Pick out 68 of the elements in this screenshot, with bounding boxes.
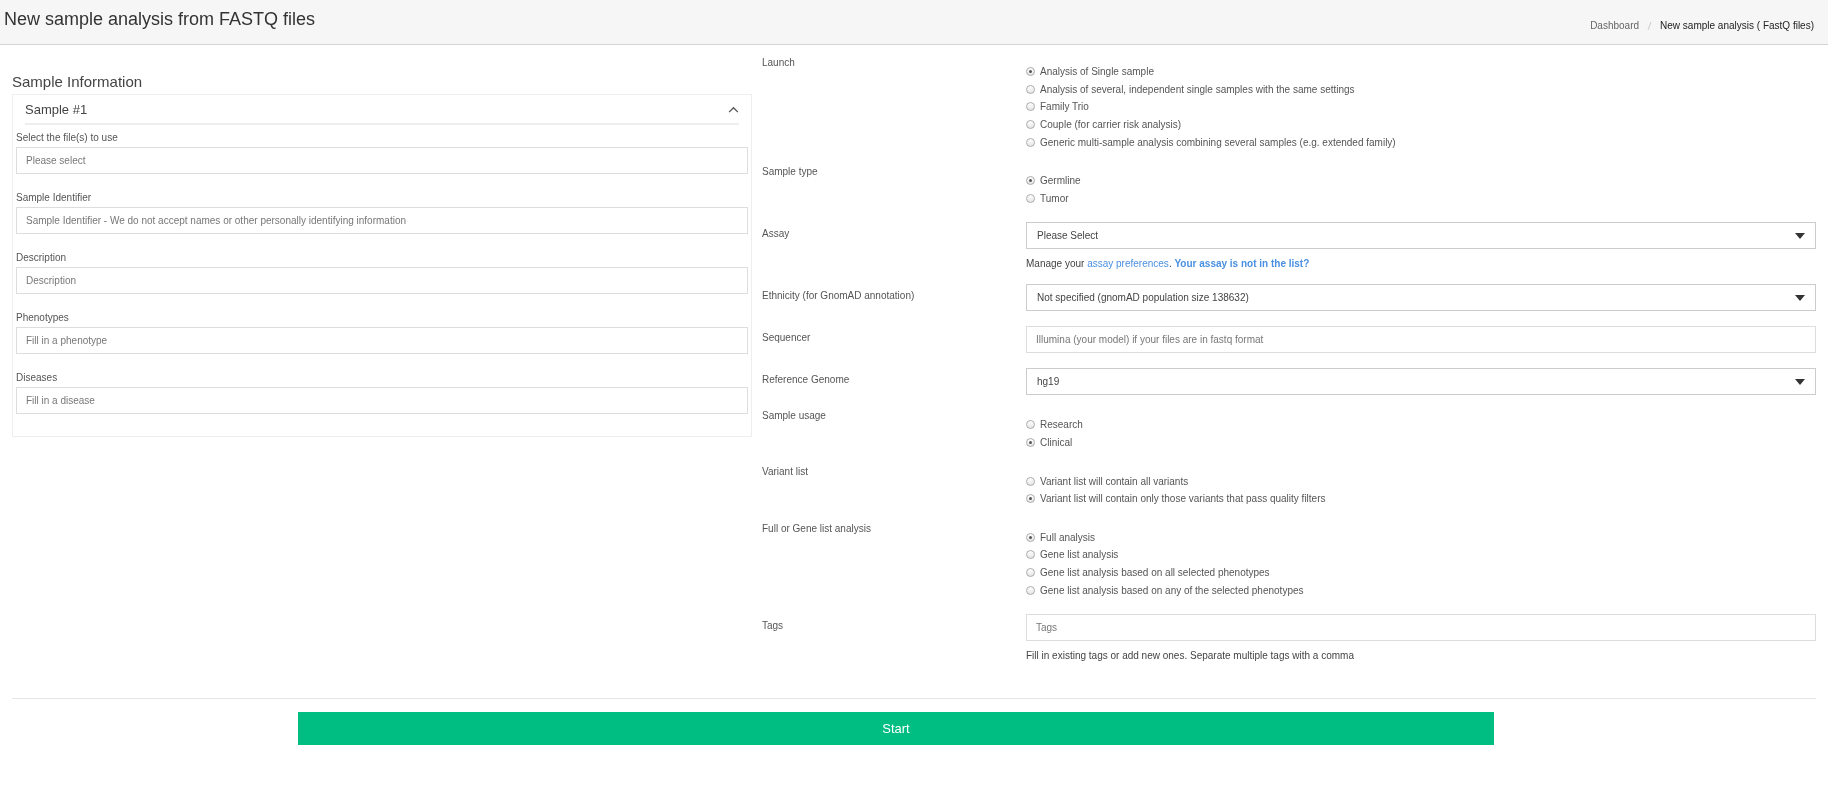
radio-button[interactable] — [1026, 420, 1035, 430]
radio-label: Tumor — [1040, 192, 1069, 204]
caret-icon — [1795, 294, 1805, 301]
radio-label: Couple (for carrier risk analysis) — [1040, 119, 1182, 131]
radio-button[interactable] — [1026, 176, 1035, 186]
panel-title: Sample #1 — [25, 102, 88, 117]
input-field[interactable]: Fill in a phenotype — [16, 327, 748, 354]
setting-label: Launch — [762, 57, 796, 70]
radio-label: Analysis of several, independent single samples with the same settings — [1040, 83, 1355, 95]
radio-button[interactable] — [1026, 84, 1035, 94]
setting-label: Variant list — [762, 466, 809, 480]
radio-button[interactable] — [1026, 494, 1035, 504]
setting-label: Assay — [762, 227, 791, 242]
breadcrumb-current: New sample analysis ( FastQ files) — [1660, 20, 1814, 31]
field-label: Sample Identifier — [16, 192, 93, 203]
breadcrumb-link[interactable]: Dashboard — [1590, 20, 1640, 31]
caret-icon — [1795, 378, 1805, 385]
radio-label: Generic multi-sample analysis combining several samples (e.g. extended family) — [1040, 136, 1396, 148]
setting-label: Reference Genome — [762, 373, 851, 388]
setting-label: Full or Gene list analysis — [762, 522, 872, 536]
radio-button[interactable] — [1026, 438, 1035, 448]
input-field[interactable]: Please select — [16, 147, 748, 174]
help-text: Fill in existing tags or add new ones. Separate multiple tags with a comma — [1026, 649, 1355, 661]
radio-label: Germline — [1040, 175, 1081, 187]
radio-button[interactable] — [1026, 67, 1035, 77]
radio-label: Gene list analysis based on any of the selected phenotypes — [1040, 584, 1304, 596]
radio-label: Clinical — [1040, 437, 1073, 449]
input-field[interactable]: Fill in a disease — [16, 387, 748, 414]
field-label: Phenotypes — [16, 312, 70, 323]
radio-label: Full analysis — [1040, 531, 1096, 543]
help-link[interactable]: Your assay is not in the list? — [1174, 258, 1310, 270]
radio-button[interactable] — [1026, 550, 1035, 560]
select-field[interactable]: Not specified (gnomAD population size 138632) — [1026, 284, 1816, 312]
input-field[interactable]: Illumina (your model) if your files are in fastq format — [1026, 326, 1816, 354]
setting-label: Sample usage — [762, 410, 827, 424]
radio-label: Variant list will contain only those variants that pass quality filters — [1040, 493, 1326, 505]
input-field[interactable]: Description — [16, 267, 748, 294]
field-label: Diseases — [16, 372, 59, 383]
radio-label: Gene list analysis — [1040, 549, 1119, 561]
radio-label: Gene list analysis based on all selected phenotypes — [1040, 567, 1270, 578]
input-field[interactable]: Tags — [1026, 613, 1816, 641]
radio-label: Family Trio — [1040, 101, 1089, 113]
radio-button[interactable] — [1026, 193, 1035, 203]
radio-button[interactable] — [1026, 585, 1035, 595]
field-label: Select the file(s) to use — [16, 132, 119, 143]
radio-button[interactable] — [1026, 102, 1035, 112]
radio-button[interactable] — [1026, 120, 1035, 130]
radio-label: Research — [1040, 419, 1083, 431]
section-heading: Sample Information — [12, 73, 144, 90]
radio-label: Analysis of Single sample — [1040, 66, 1154, 78]
radio-button[interactable] — [1026, 568, 1035, 577]
setting-label: Tags — [762, 618, 785, 633]
radio-label: Variant list will contain all variants — [1040, 475, 1189, 487]
input-field[interactable]: Sample Identifier - We do not accept names or other personally identifying information — [16, 207, 748, 234]
assay-preferences-link[interactable]: assay preferences — [1087, 258, 1169, 270]
setting-label: Sequencer — [762, 331, 812, 346]
radio-button[interactable] — [1026, 476, 1035, 486]
help-text: Manage your assay preferences. Your assay is not in the list? — [1026, 258, 1311, 270]
radio-button[interactable] — [1026, 137, 1035, 147]
select-field[interactable]: hg19 — [1026, 368, 1816, 396]
radio-button[interactable] — [1026, 532, 1035, 542]
field-label: Description — [16, 252, 68, 263]
page-title: New sample analysis from FASTQ files — [4, 9, 316, 30]
caret-icon — [1795, 232, 1805, 239]
setting-label: Sample type — [762, 165, 819, 179]
select-field[interactable]: Please Select — [1026, 222, 1816, 250]
chevron-icon[interactable] — [728, 106, 739, 113]
setting-label: Ethnicity (for GnomAD annotation) — [762, 289, 916, 304]
